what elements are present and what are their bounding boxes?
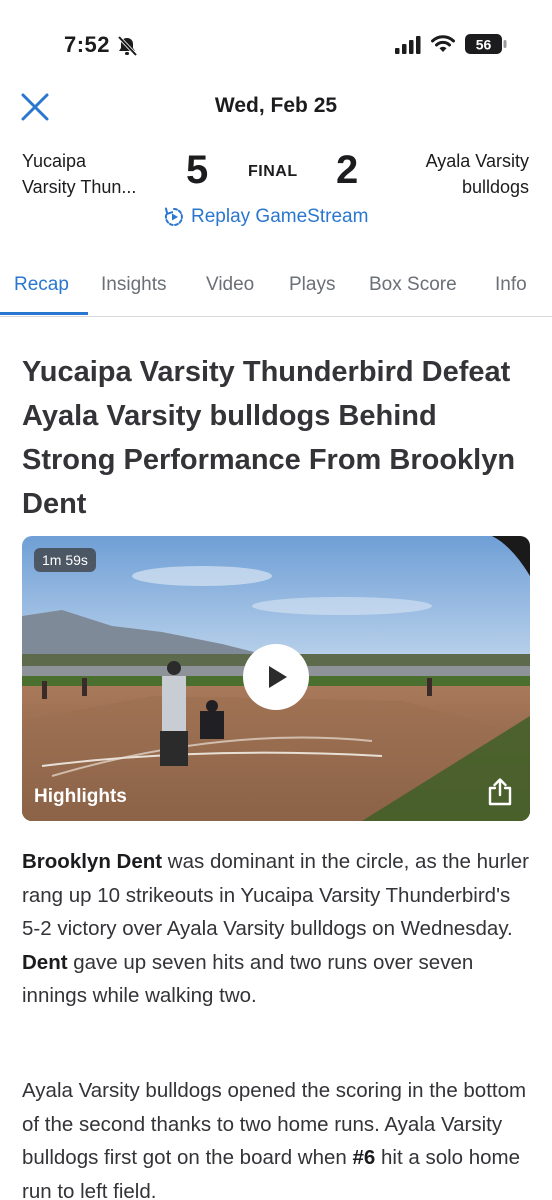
away-team-name[interactable]: Ayala Varsity bulldogs	[369, 148, 529, 200]
play-icon	[269, 666, 287, 688]
article-paragraph-1: Brooklyn Dent was dominant in the circle…	[22, 845, 534, 1013]
tab-bar: Recap Insights Video Plays Box Score Inf…	[0, 270, 552, 317]
replay-label: Replay GameStream	[191, 206, 369, 227]
article-headline: Yucaipa Varsity Thunderbird Defeat Ayala…	[22, 356, 516, 520]
active-tab-indicator	[0, 312, 88, 315]
away-team-line2: bulldogs	[461, 177, 529, 197]
battery-level: 56	[476, 37, 492, 53]
status-bar: 7:52 56	[0, 0, 552, 92]
wifi-icon	[431, 35, 455, 52]
home-team-name[interactable]: Yucaipa Varsity Thun...	[22, 148, 182, 200]
bell-muted-icon	[117, 36, 138, 56]
cell-signal-icon	[395, 36, 421, 54]
game-status: FINAL	[248, 163, 298, 180]
battery-icon: 56	[465, 34, 507, 54]
home-score: 5	[186, 148, 209, 192]
replay-icon	[164, 207, 183, 226]
tab-box-score[interactable]: Box Score	[369, 274, 457, 296]
article-paragraph-2: Ayala Varsity bulldogs opened the scorin…	[22, 1074, 534, 1200]
home-team-line2: Varsity Thun...	[22, 177, 137, 197]
player-name: Brooklyn Dent	[22, 850, 163, 873]
tab-insights[interactable]: Insights	[101, 274, 166, 296]
tab-info[interactable]: Info	[495, 274, 527, 296]
tab-video[interactable]: Video	[206, 274, 254, 296]
player-surname: Dent	[22, 950, 68, 974]
video-title: Highlights	[34, 786, 127, 807]
play-button[interactable]	[243, 644, 309, 710]
replay-gamestream-link[interactable]: Replay GameStream	[163, 206, 368, 228]
tab-recap[interactable]: Recap	[14, 274, 69, 296]
home-team-line1: Yucaipa	[22, 151, 87, 171]
status-time: 7:52	[64, 32, 111, 57]
away-team-line1: Ayala Varsity	[425, 151, 529, 171]
paragraph-1-text-b: gave up seven hits and two runs over sev…	[22, 950, 474, 1008]
tab-plays[interactable]: Plays	[289, 274, 335, 296]
highlights-video[interactable]: 1m 59s Highlights	[22, 536, 530, 821]
game-date: Wed, Feb 25	[214, 94, 338, 117]
away-score: 2	[336, 148, 359, 192]
share-icon[interactable]	[484, 776, 516, 808]
player-number: #6	[352, 1146, 376, 1169]
video-duration-badge: 1m 59s	[34, 548, 96, 572]
